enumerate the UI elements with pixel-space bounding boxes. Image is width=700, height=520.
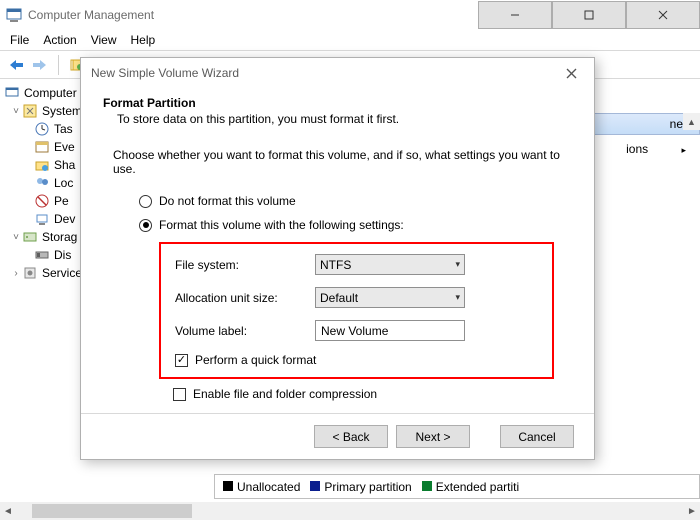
disk-icon <box>34 247 50 263</box>
radio-no-format[interactable]: Do not format this volume <box>139 194 572 208</box>
volume-label-value: New Volume <box>321 324 388 338</box>
checkbox-icon <box>175 354 188 367</box>
window-controls <box>478 1 700 29</box>
minimize-button[interactable] <box>478 1 552 29</box>
menu-help[interactable]: Help <box>131 33 156 47</box>
back-button[interactable]: < Back <box>314 425 388 448</box>
checkbox-icon <box>173 388 186 401</box>
quick-format-checkbox[interactable]: Perform a quick format <box>175 353 524 367</box>
back-button[interactable] <box>6 55 26 75</box>
legend-extended: Extended partiti <box>422 480 519 494</box>
new-simple-volume-wizard: New Simple Volume Wizard Format Partitio… <box>80 57 595 460</box>
storage-icon <box>22 229 38 245</box>
device-icon <box>34 211 50 227</box>
main-titlebar: Computer Management <box>0 0 700 30</box>
highlighted-settings-box: File system: NTFS ▾ Allocation unit size… <box>159 242 554 379</box>
wizard-title: New Simple Volume Wizard <box>91 66 556 80</box>
wizard-instruction: Choose whether you want to format this v… <box>113 148 562 176</box>
radio-icon <box>139 195 152 208</box>
radio-no-format-label: Do not format this volume <box>159 194 296 208</box>
toolbar-separator <box>58 55 59 75</box>
wizard-close-button[interactable] <box>556 61 586 85</box>
menu-action[interactable]: Action <box>43 33 76 47</box>
file-system-value: NTFS <box>320 258 351 272</box>
app-icon <box>6 7 22 23</box>
right-column-header: nent ▲ <box>580 113 700 135</box>
maximize-button[interactable] <box>552 1 626 29</box>
chevron-down-icon: ▾ <box>455 292 460 303</box>
partition-legend: Unallocated Primary partition Extended p… <box>214 474 700 499</box>
chevron-right-icon: ▸ <box>681 145 686 155</box>
radio-icon <box>139 219 152 232</box>
actions-label[interactable]: ions ▸ <box>626 142 686 156</box>
legend-unallocated: Unallocated <box>223 480 300 494</box>
menu-view[interactable]: View <box>91 33 117 47</box>
menu-file[interactable]: File <box>10 33 29 47</box>
volume-label-row: Volume label: New Volume <box>175 320 524 341</box>
allocation-unit-label: Allocation unit size: <box>175 291 315 305</box>
file-system-label: File system: <box>175 258 315 272</box>
event-icon <box>34 139 50 155</box>
expand-icon[interactable]: › <box>10 268 22 279</box>
legend-primary: Primary partition <box>310 480 411 494</box>
wizard-titlebar: New Simple Volume Wizard <box>81 58 594 88</box>
scroll-left-icon[interactable]: ◄ <box>0 503 16 519</box>
wizard-subheading: To store data on this partition, you mus… <box>117 112 572 126</box>
wizard-footer: < Back Next > Cancel <box>81 413 594 459</box>
users-icon <box>34 175 50 191</box>
wizard-body: Format Partition To store data on this p… <box>81 88 594 411</box>
radio-format-label: Format this volume with the following se… <box>159 218 404 232</box>
folder-share-icon <box>34 157 50 173</box>
wizard-heading: Format Partition <box>103 96 572 110</box>
allocation-unit-dropdown[interactable]: Default ▾ <box>315 287 465 308</box>
compression-label: Enable file and folder compression <box>193 387 377 401</box>
collapse-icon[interactable]: ˅ <box>10 106 22 117</box>
allocation-unit-value: Default <box>320 291 358 305</box>
radio-format-with-settings[interactable]: Format this volume with the following se… <box>139 218 572 232</box>
tools-icon <box>22 103 38 119</box>
cancel-button[interactable]: Cancel <box>500 425 574 448</box>
horizontal-scrollbar[interactable]: ◄ ► <box>0 502 700 520</box>
scroll-right-icon[interactable]: ► <box>684 503 700 519</box>
volume-label-label: Volume label: <box>175 324 315 338</box>
chevron-down-icon: ▾ <box>455 259 460 270</box>
scroll-up-icon[interactable]: ▲ <box>683 113 700 130</box>
app-title: Computer Management <box>28 8 478 22</box>
scroll-thumb[interactable] <box>32 504 192 518</box>
next-button[interactable]: Next > <box>396 425 470 448</box>
quick-format-label: Perform a quick format <box>195 353 316 367</box>
forward-button[interactable] <box>30 55 50 75</box>
computer-icon <box>4 85 20 101</box>
menubar: File Action View Help <box>0 30 700 51</box>
clock-icon <box>34 121 50 137</box>
file-system-dropdown[interactable]: NTFS ▾ <box>315 254 465 275</box>
allocation-unit-row: Allocation unit size: Default ▾ <box>175 287 524 308</box>
close-button[interactable] <box>626 1 700 29</box>
services-icon <box>22 265 38 281</box>
volume-label-input[interactable]: New Volume <box>315 320 465 341</box>
perf-icon <box>34 193 50 209</box>
collapse-icon[interactable]: ˅ <box>10 232 22 243</box>
file-system-row: File system: NTFS ▾ <box>175 254 524 275</box>
scroll-track[interactable] <box>32 503 668 519</box>
compression-checkbox[interactable]: Enable file and folder compression <box>173 387 572 401</box>
